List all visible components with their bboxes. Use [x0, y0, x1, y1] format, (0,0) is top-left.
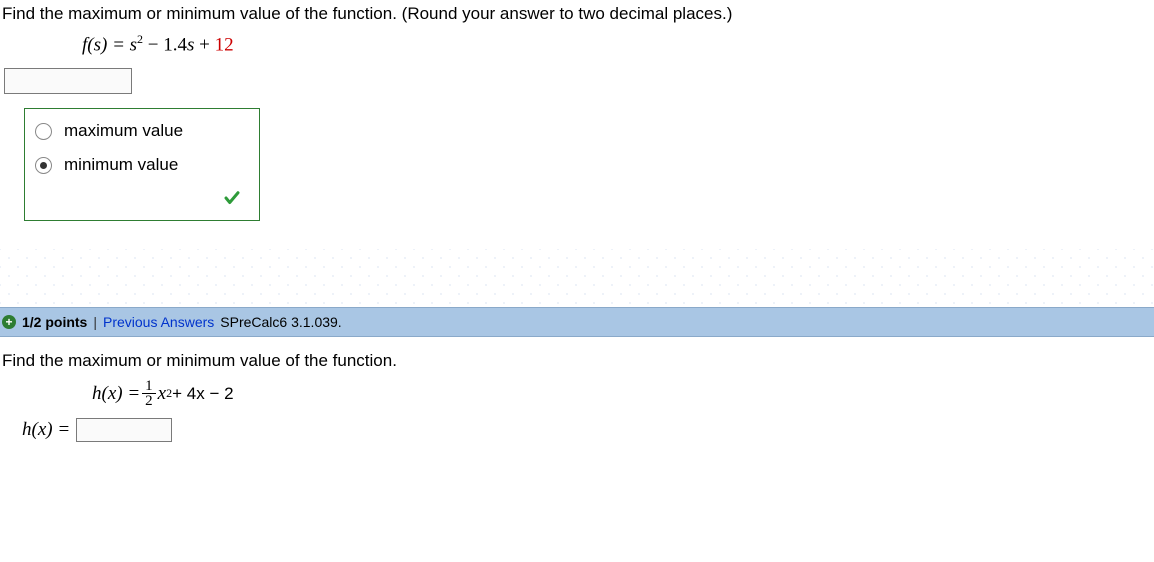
q1-const: 12	[215, 34, 234, 55]
q1-option-min-row[interactable]: minimum value	[35, 155, 249, 175]
header-divider: |	[93, 314, 97, 330]
q1-plus: +	[194, 34, 214, 55]
correct-mark	[35, 189, 249, 212]
previous-answers-link[interactable]: Previous Answers	[103, 314, 214, 330]
q1-minus: −	[143, 34, 163, 55]
fraction-half: 1 2	[142, 379, 156, 408]
q1-prompt: Find the maximum or minimum value of the…	[2, 4, 1154, 24]
fraction-top: 1	[142, 379, 156, 394]
q1-fs: f(s) = s	[82, 34, 137, 55]
expand-icon[interactable]: +	[2, 315, 16, 329]
question-header: + 1/2 points | Previous Answers SPreCalc…	[0, 307, 1154, 337]
q2-prompt: Find the maximum or minimum value of the…	[2, 351, 1154, 371]
question-2: Find the maximum or minimum value of the…	[0, 337, 1154, 442]
q2-xvar: x	[158, 383, 166, 405]
question-1: Find the maximum or minimum value of the…	[0, 0, 1154, 221]
points-label: 1/2 points	[22, 314, 87, 330]
q2-formula: h(x) = 1 2 x2 + 4x − 2	[92, 379, 1154, 408]
q1-value-input[interactable]	[4, 68, 132, 94]
q2-answer-row: h(x) =	[22, 418, 1154, 442]
q1-option-box: maximum value minimum value	[24, 108, 260, 221]
q1-option-max-row[interactable]: maximum value	[35, 121, 249, 141]
radio-min[interactable]	[35, 157, 52, 174]
q2-lhs: h(x) =	[92, 383, 140, 405]
q2-answer-label: h(x) =	[22, 419, 70, 441]
check-icon	[223, 189, 241, 207]
q2-value-input[interactable]	[76, 418, 172, 442]
q1-option-max-label: maximum value	[64, 121, 183, 141]
q2-tail: + 4x − 2	[172, 384, 233, 404]
radio-max[interactable]	[35, 123, 52, 140]
fraction-bot: 2	[142, 394, 156, 408]
q1-option-min-label: minimum value	[64, 155, 178, 175]
q1-formula: f(s) = s2 − 1.4s + 12	[82, 32, 1154, 56]
question-separator	[0, 249, 1154, 307]
q1-coef: 1.4	[163, 34, 187, 55]
question-reference: SPreCalc6 3.1.039.	[220, 314, 341, 330]
